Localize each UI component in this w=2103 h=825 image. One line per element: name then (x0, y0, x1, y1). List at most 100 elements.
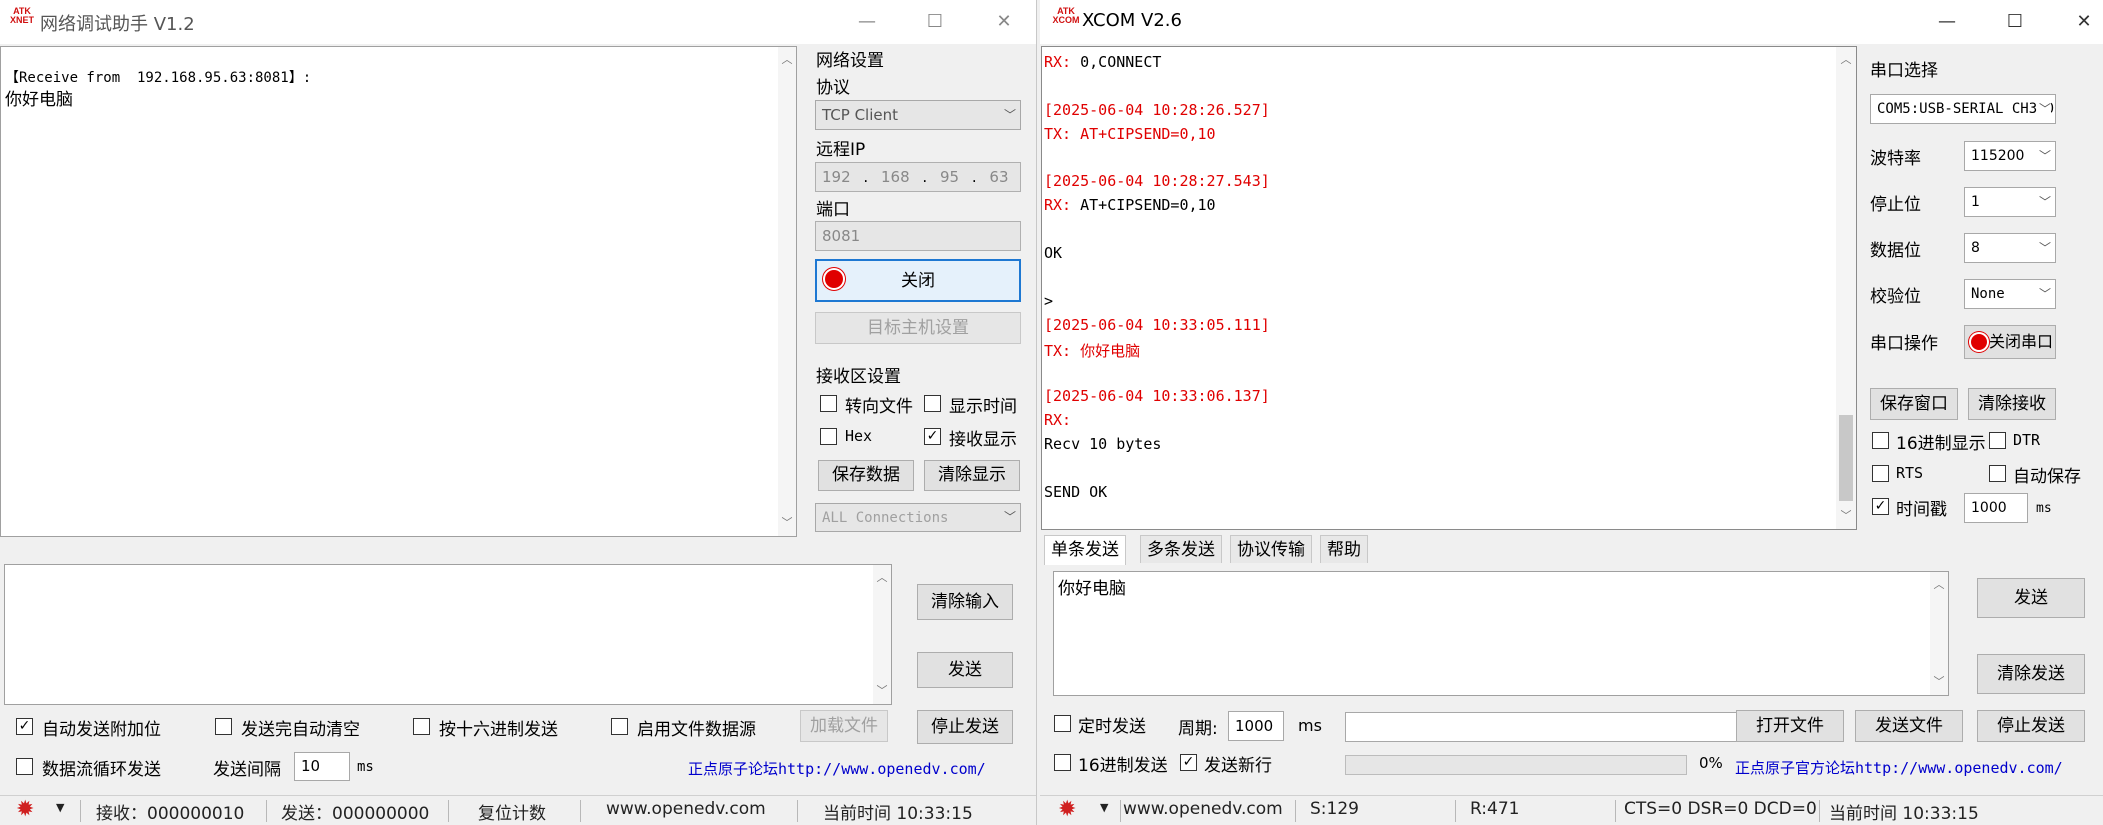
stop-send-button[interactable]: 停止发送 (917, 710, 1013, 744)
scroll-down-icon[interactable]: ﹀ (778, 514, 796, 532)
scroll-up-icon[interactable]: ︿ (873, 569, 891, 587)
terminal-tag: TX: (1044, 341, 1072, 360)
stop-bits-select[interactable]: 1 ﹀ (1964, 187, 2056, 217)
send-scrollbar[interactable]: ︿ ﹀ (873, 565, 891, 704)
connections-select[interactable]: ALL Connections ﹀ (815, 503, 1021, 532)
close-icon[interactable]: ✕ (2061, 4, 2103, 40)
forum-link[interactable]: 正点原子论坛http://www.openedv.com/ (688, 758, 986, 779)
timed-send-checkbox[interactable] (1054, 715, 1071, 732)
netassist-window: ATK XNET 网络调试助手 V1.2 — ☐ ✕ 【Receive from… (0, 0, 1037, 825)
hex-display-checkbox[interactable] (1872, 432, 1889, 449)
protocol-value: TCP Client (822, 106, 898, 124)
protocol-select[interactable]: TCP Client ﹀ (815, 100, 1021, 130)
terminal-line: [2025-06-04 10:33:06.137] (1042, 387, 1836, 411)
period-input[interactable]: 1000 (1228, 711, 1284, 741)
auto-save-label: 自动保存 (2013, 467, 2081, 487)
scroll-down-icon[interactable]: ﹀ (1836, 507, 1856, 525)
maximize-icon[interactable]: ☐ (1992, 4, 2038, 40)
stop-bits-label: 停止位 (1870, 195, 1921, 215)
data-bits-select[interactable]: 8 ﹀ (1964, 233, 2056, 263)
stop-send-button[interactable]: 停止发送 (1977, 710, 2085, 742)
timed-send-label: 定时发送 (1078, 717, 1146, 737)
gear-icon[interactable]: ✹ (16, 797, 34, 822)
clear-display-button[interactable]: 清除显示 (924, 460, 1020, 491)
receive-textbox[interactable]: 【Receive from 192.168.95.63:8081】: 你好电脑 … (0, 46, 797, 537)
hex-send-checkbox[interactable] (1054, 754, 1071, 771)
auto-clear-checkbox[interactable] (215, 718, 232, 735)
port-field[interactable]: 8081 (815, 221, 1021, 251)
tab-multi-send[interactable]: 多条发送 (1140, 535, 1222, 563)
receive-terminal[interactable]: RX: 0,CONNECT [2025-06-04 10:28:26.527] TX… (1041, 46, 1857, 530)
forum-link[interactable]: 正点原子官方论坛http://www.openedv.com/ (1735, 757, 2063, 778)
redirect-file-checkbox[interactable] (820, 395, 837, 412)
hex-checkbox[interactable] (820, 428, 837, 445)
xcom-titlebar[interactable]: ATK XCOM XCOM V2.6 — ☐ ✕ (1040, 0, 2103, 44)
send-file-button[interactable]: 发送文件 (1855, 710, 1963, 742)
window-title: XCOM V2.6 (1082, 10, 1182, 31)
scroll-up-icon[interactable]: ︿ (778, 51, 796, 69)
send-input[interactable]: ︿ ﹀ (4, 564, 892, 705)
save-window-button[interactable]: 保存窗口 (1870, 388, 1958, 420)
file-source-checkbox[interactable] (611, 718, 628, 735)
clear-receive-button[interactable]: 清除接收 (1968, 388, 2056, 420)
tab-single-send[interactable]: 单条发送 (1044, 535, 1126, 565)
rts-checkbox[interactable] (1872, 465, 1889, 482)
terminal-line: TX: AT+CIPSEND=0,10 (1042, 125, 1836, 149)
open-file-button[interactable]: 打开文件 (1736, 710, 1844, 742)
send-button[interactable]: 发送 (1977, 578, 2085, 618)
reset-count-button[interactable]: 复位计数 (478, 799, 546, 824)
scroll-up-icon[interactable]: ︿ (1930, 576, 1948, 594)
close-icon[interactable]: ✕ (981, 4, 1027, 40)
file-path-input[interactable] (1345, 712, 1763, 742)
load-file-button[interactable]: 加载文件 (800, 710, 888, 742)
network-settings-title: 网络设置 (816, 51, 884, 71)
scroll-up-icon[interactable]: ︿ (1836, 51, 1856, 69)
netassist-titlebar[interactable]: ATK XNET 网络调试助手 V1.2 — ☐ ✕ (0, 0, 1036, 44)
timestamp-checkbox[interactable]: ✓ (1872, 498, 1889, 515)
gear-icon[interactable]: ✹ (1058, 797, 1076, 822)
hex-send-checkbox[interactable] (413, 718, 430, 735)
timestamp-input[interactable]: 1000 (1964, 493, 2028, 523)
auto-save-checkbox[interactable] (1989, 465, 2006, 482)
send-newline-checkbox[interactable]: ✓ (1180, 754, 1197, 771)
chevron-down-icon: ﹀ (2038, 195, 2051, 209)
target-host-button[interactable]: 目标主机设置 (815, 312, 1021, 344)
terminal-scrollbar[interactable]: ︿ ﹀ (1836, 47, 1856, 529)
auto-append-checkbox[interactable]: ✓ (16, 718, 33, 735)
remote-ip-field[interactable]: 192 . 168 . 95 . 63 (815, 162, 1021, 192)
baud-select[interactable]: 115200 ﹀ (1964, 141, 2056, 171)
receive-scrollbar[interactable]: ︿ ﹀ (778, 47, 796, 536)
show-time-checkbox[interactable] (924, 395, 941, 412)
modem-lines: CTS=0 DSR=0 DCD=0 (1624, 799, 1817, 819)
minimize-icon[interactable]: — (1924, 4, 1970, 40)
scroll-thumb[interactable] (1839, 415, 1853, 501)
terminal-text: [2025-06-04 10:33:05.111] (1044, 315, 1270, 334)
minimize-icon[interactable]: — (844, 4, 890, 40)
caret-down-icon[interactable]: ▼ (1100, 801, 1108, 814)
port-select[interactable]: COM5:USB-SERIAL CH340 ﹀ (1870, 94, 2056, 124)
interval-input[interactable]: 10 (294, 752, 350, 781)
save-data-button[interactable]: 保存数据 (818, 460, 914, 491)
clear-send-button[interactable]: 清除发送 (1977, 654, 2085, 694)
terminal-tag: RX: (1044, 53, 1072, 71)
clear-input-button[interactable]: 清除输入 (917, 584, 1013, 620)
parity-select[interactable]: None ﹀ (1964, 279, 2056, 309)
send-input[interactable]: 你好电脑 ︿ ﹀ (1053, 571, 1949, 696)
maximize-icon[interactable]: ☐ (912, 4, 958, 40)
xcom-logo: ATK XCOM (1052, 6, 1080, 25)
send-scrollbar[interactable]: ︿ ﹀ (1930, 572, 1948, 695)
loop-send-checkbox[interactable] (16, 758, 33, 775)
receive-display-checkbox[interactable]: ✓ (924, 428, 941, 445)
close-port-button[interactable]: 关闭串口 (1964, 325, 2056, 359)
dtr-checkbox[interactable] (1989, 432, 2006, 449)
caret-down-icon[interactable]: ▼ (56, 801, 64, 814)
send-button[interactable]: 发送 (917, 652, 1013, 688)
terminal-line: [2025-06-04 10:28:27.543] (1042, 172, 1836, 196)
tab-help[interactable]: 帮助 (1320, 535, 1368, 563)
tab-protocol[interactable]: 协议传输 (1230, 535, 1312, 563)
scroll-down-icon[interactable]: ﹀ (873, 682, 891, 700)
scroll-down-icon[interactable]: ﹀ (1930, 673, 1948, 691)
close-connection-button[interactable]: 关闭 (815, 259, 1021, 302)
baud-label: 波特率 (1870, 149, 1921, 169)
recv-count: 接收：000000010 (96, 804, 245, 824)
